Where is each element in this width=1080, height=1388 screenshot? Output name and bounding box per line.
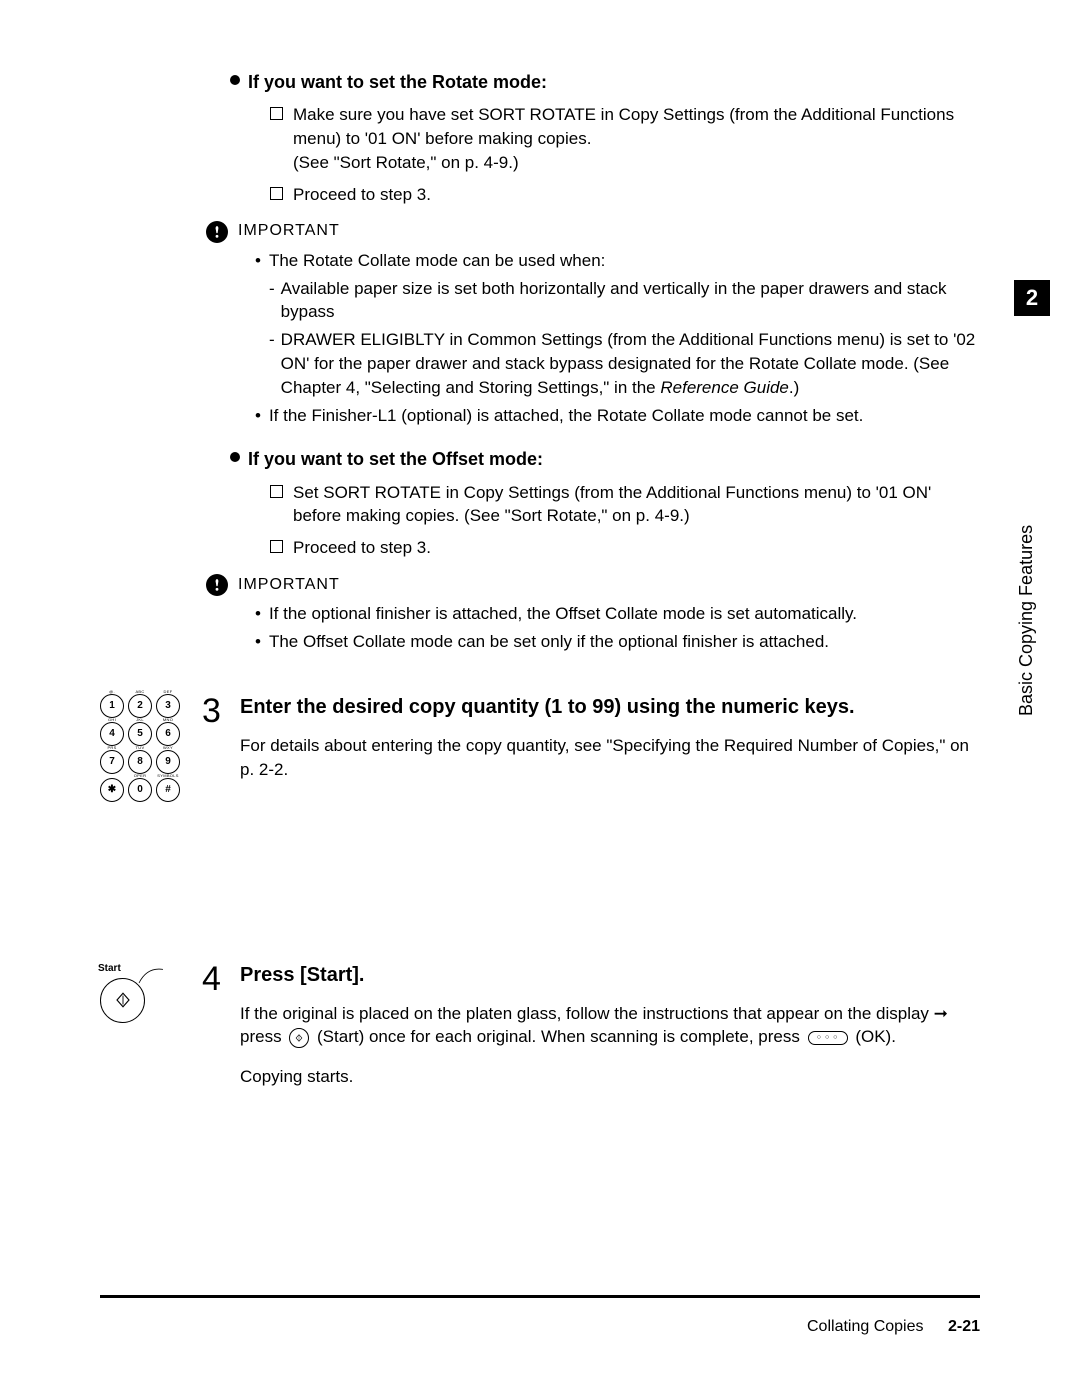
- step-number: 3: [202, 688, 221, 736]
- text: The Rotate Collate mode can be used when…: [269, 249, 605, 273]
- footer-text: Collating Copies 2-21: [100, 1316, 980, 1338]
- step4-title: Press [Start].: [240, 962, 980, 988]
- step3-title: Enter the desired copy quantity (1 to 99…: [240, 694, 980, 720]
- keypad-key: GHI4: [100, 722, 124, 746]
- text: DRAWER ELIGIBLTY in Common Settings (fro…: [281, 328, 980, 399]
- text: Available paper size is set both horizon…: [281, 277, 980, 325]
- text: (Start) once for each original. When sca…: [312, 1027, 804, 1046]
- text: The Offset Collate mode can be set only …: [269, 630, 829, 654]
- dash-item: - Available paper size is set both horiz…: [269, 277, 980, 325]
- step4-body: If the original is placed on the platen …: [240, 1002, 980, 1089]
- offset-check1-text: Set SORT ROTATE in Copy Settings (from t…: [293, 481, 980, 529]
- chapter-number: 2: [1014, 280, 1050, 316]
- keypad-key: ✱: [100, 778, 124, 802]
- bullet-icon: [230, 452, 240, 462]
- text-italic: Reference Guide: [660, 378, 789, 397]
- bullet: •: [255, 602, 261, 626]
- rotate-check2: Proceed to step 3.: [270, 183, 980, 207]
- keypad-icon: @.1ABC2DEF3 GHI4JKL5MNO6 PRS7TUV8WXY9 ✱OPER…: [100, 694, 185, 802]
- checkbox-icon: [270, 540, 283, 553]
- section-offset: If you want to set the Offset mode:: [230, 447, 980, 472]
- offset-check2-text: Proceed to step 3.: [293, 536, 980, 560]
- keypad-key: JKL5: [128, 722, 152, 746]
- important1-list: • The Rotate Collate mode can be used wh…: [255, 249, 980, 428]
- text: press: [240, 1027, 286, 1046]
- ok-inline-icon: ○ ○ ○: [808, 1031, 848, 1045]
- important-icon: [206, 221, 228, 243]
- text: (OK).: [851, 1027, 896, 1046]
- dash: -: [269, 328, 275, 352]
- keypad-key: WXY9: [156, 750, 180, 774]
- text: DRAWER ELIGIBLTY in Common Settings (fro…: [281, 330, 976, 397]
- keypad-key: PRS7: [100, 750, 124, 774]
- start-button-icon: Start: [100, 962, 185, 1023]
- keypad-key: MNO6: [156, 722, 180, 746]
- offset-title: If you want to set the Offset mode:: [248, 447, 543, 472]
- keypad-key: @.1: [100, 694, 124, 718]
- rotate-check1: Make sure you have set SORT ROTATE in Co…: [270, 103, 980, 174]
- step-4: Start 4 Press [Star: [230, 962, 980, 1089]
- keypad-key: OPER0: [128, 778, 152, 802]
- bullet-item: • If the Finisher-L1 (optional) is attac…: [255, 404, 980, 428]
- arrow-icon: ➞: [934, 1004, 948, 1023]
- bullet-icon: [230, 75, 240, 85]
- section-rotate: If you want to set the Rotate mode:: [230, 70, 980, 95]
- text: (See "Sort Rotate," on p. 4-9.): [293, 153, 519, 172]
- text: If the original is placed on the platen …: [240, 1004, 934, 1023]
- important-icon: [206, 574, 228, 596]
- checkbox-icon: [270, 187, 283, 200]
- text: If the optional finisher is attached, th…: [269, 602, 857, 626]
- important2-list: • If the optional finisher is attached, …: [255, 602, 980, 654]
- dash-item: - DRAWER ELIGIBLTY in Common Settings (f…: [269, 328, 980, 399]
- keypad-key: DEF3: [156, 694, 180, 718]
- step-3: @.1ABC2DEF3GHI4JKL5MNO6PRS7TUV8WXY9✱OPER…: [230, 694, 980, 782]
- checkbox-icon: [270, 485, 283, 498]
- text: Copying starts.: [240, 1065, 980, 1089]
- start-diamond-icon: [114, 991, 132, 1009]
- important-row-1: IMPORTANT: [206, 220, 980, 242]
- footer-section: Collating Copies: [807, 1318, 924, 1335]
- start-inline-icon: [289, 1028, 309, 1048]
- text: If the Finisher-L1 (optional) is attache…: [269, 404, 863, 428]
- important-label: IMPORTANT: [238, 220, 340, 242]
- checkbox-icon: [270, 107, 283, 120]
- important-label: IMPORTANT: [238, 574, 340, 596]
- footer-page: 2-21: [948, 1318, 980, 1335]
- chapter-title: Basic Copying Features: [1014, 336, 1039, 716]
- side-tab: 2 Basic Copying Features: [1014, 280, 1050, 730]
- bullet-item: • The Offset Collate mode can be set onl…: [255, 630, 980, 654]
- step3-body: For details about entering the copy quan…: [240, 734, 980, 782]
- bullet: •: [255, 249, 261, 273]
- bullet-item: • The Rotate Collate mode can be used wh…: [255, 249, 980, 273]
- arrow-line-icon: [135, 963, 175, 1003]
- keypad-key: SYMBOLS#: [156, 778, 180, 802]
- bullet-item: • If the optional finisher is attached, …: [255, 602, 980, 626]
- text: Make sure you have set SORT ROTATE in Co…: [293, 105, 954, 148]
- offset-check1: Set SORT ROTATE in Copy Settings (from t…: [270, 481, 980, 529]
- start-label: Start: [98, 962, 121, 976]
- text: .): [789, 378, 799, 397]
- footer: Collating Copies 2-21: [100, 1295, 980, 1338]
- important-row-2: IMPORTANT: [206, 574, 980, 596]
- step-number: 4: [202, 956, 221, 1004]
- footer-rule: [100, 1295, 980, 1298]
- bullet: •: [255, 630, 261, 654]
- dash: -: [269, 277, 275, 301]
- keypad-key: ABC2: [128, 694, 152, 718]
- keypad-key: TUV8: [128, 750, 152, 774]
- bullet: •: [255, 404, 261, 428]
- rotate-title: If you want to set the Rotate mode:: [248, 70, 547, 95]
- rotate-check2-text: Proceed to step 3.: [293, 183, 980, 207]
- offset-check2: Proceed to step 3.: [270, 536, 980, 560]
- rotate-check1-text: Make sure you have set SORT ROTATE in Co…: [293, 103, 980, 174]
